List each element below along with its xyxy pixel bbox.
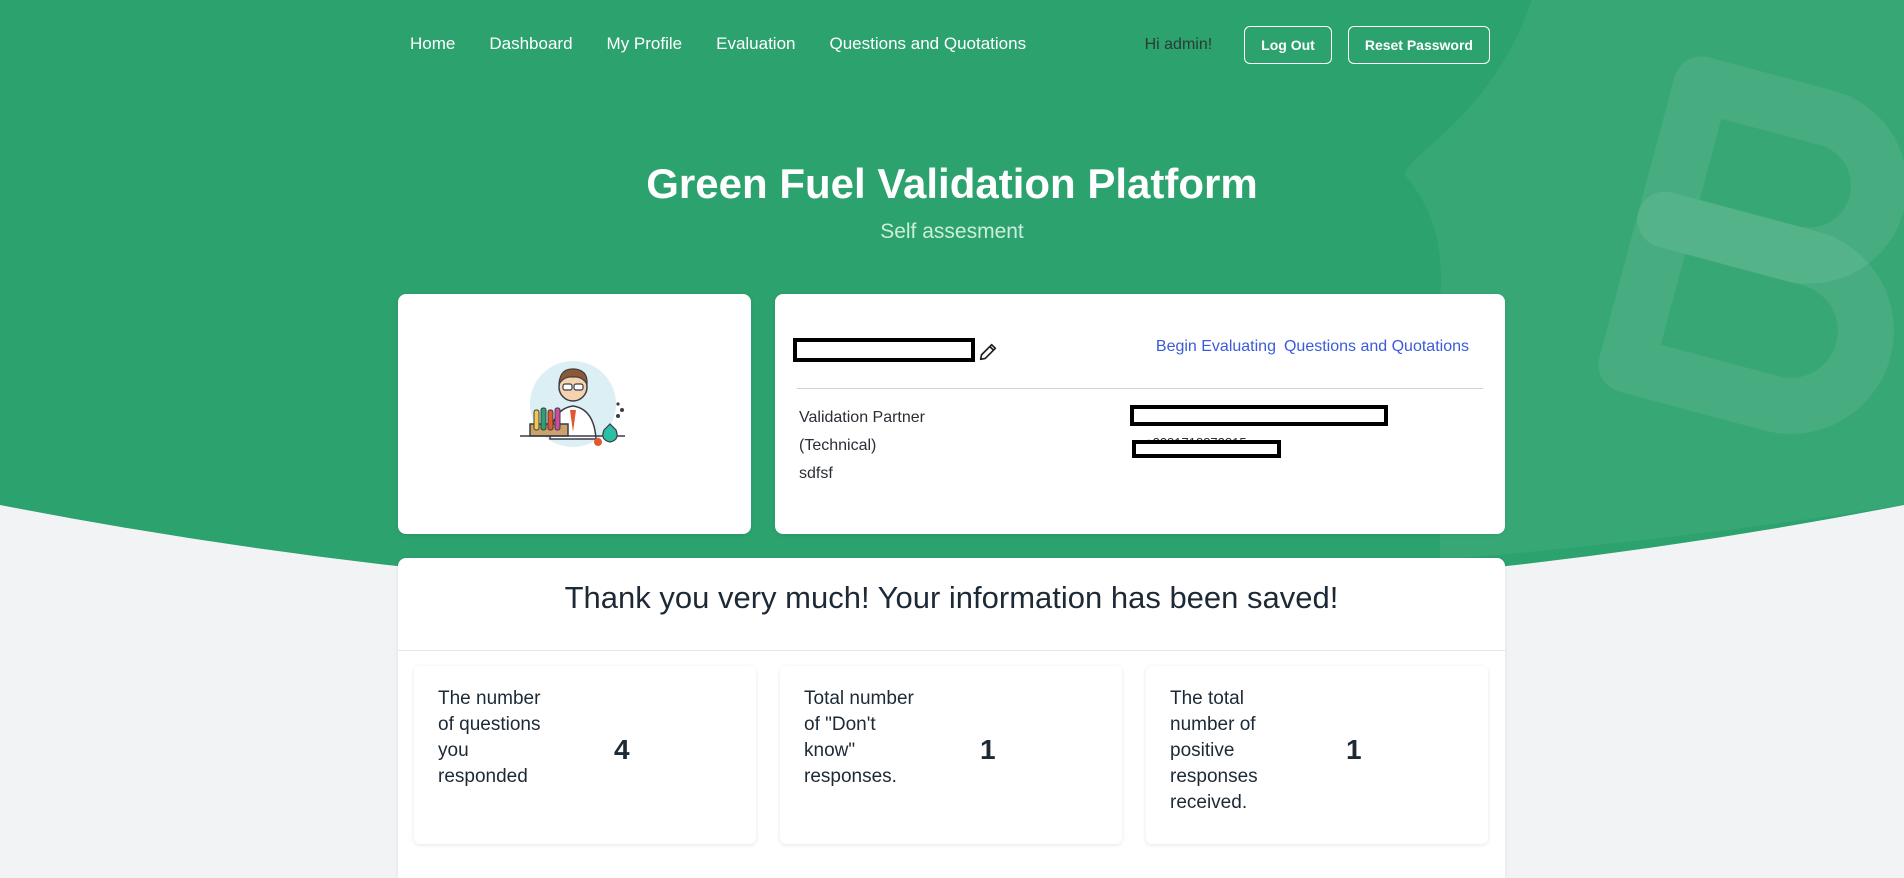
user-greeting: Hi admin! [1144,36,1213,53]
result-card: Thank you very much! Your information ha… [398,558,1505,878]
stat-label: The number of questions you responded [438,688,541,787]
saved-message: Thank you very much! Your information ha… [564,580,1339,615]
profile-info-card: Begin Evaluating Questions and Quotation… [775,294,1505,534]
top-nav: Home Dashboard My Profile Evaluation Que… [410,26,1490,64]
avatar-card [398,294,751,534]
result-divider [398,650,1505,651]
role-line: sdfsf [799,465,833,482]
stat-label: Total number of "Don't know" responses. [804,688,914,787]
role-line: Validation Partner [799,409,925,426]
stat-value: 1 [1346,734,1362,765]
stat-value: 4 [614,734,630,765]
nav-my-profile[interactable]: My Profile [607,34,683,54]
nav-home[interactable]: Home [410,34,455,54]
redacted-phone [1132,440,1281,458]
begin-evaluating-link[interactable]: Begin Evaluating [1156,338,1276,356]
page-title: Green Fuel Validation Platform [646,160,1258,207]
profile-links: Begin Evaluating Questions and Quotation… [1156,338,1469,356]
stat-card-dont-know: Total number of "Don't know" responses. … [780,666,1122,844]
redacted-email [1130,405,1388,426]
nav-evaluation[interactable]: Evaluation [716,34,795,54]
role-line: (Technical) [799,437,877,454]
stat-card-positive: The total number of positive responses r… [1146,666,1488,844]
pencil-icon[interactable] [977,341,999,363]
nav-user-area: Hi admin! Log Out Reset Password [1145,26,1490,64]
stat-card-questions: The number of questions you responded 4 [414,666,756,844]
stat-value: 1 [980,734,996,765]
reset-password-button[interactable]: Reset Password [1347,26,1490,64]
redacted-name [793,338,975,362]
scientist-illustration-icon [520,361,625,447]
page-subtitle: Self assesment [880,220,1024,243]
logout-button[interactable]: Log Out [1244,26,1332,64]
partner-role: Validation Partner (Technical) sdfsf [799,404,925,488]
info-divider [797,388,1483,389]
nav-links: Home Dashboard My Profile Evaluation Que… [410,34,1026,54]
stat-label: The total number of positive responses r… [1170,688,1258,813]
nav-dashboard[interactable]: Dashboard [489,34,572,54]
questions-and-quotations-link[interactable]: Questions and Quotations [1284,338,1469,356]
nav-questions-and-quotations[interactable]: Questions and Quotations [830,34,1027,54]
